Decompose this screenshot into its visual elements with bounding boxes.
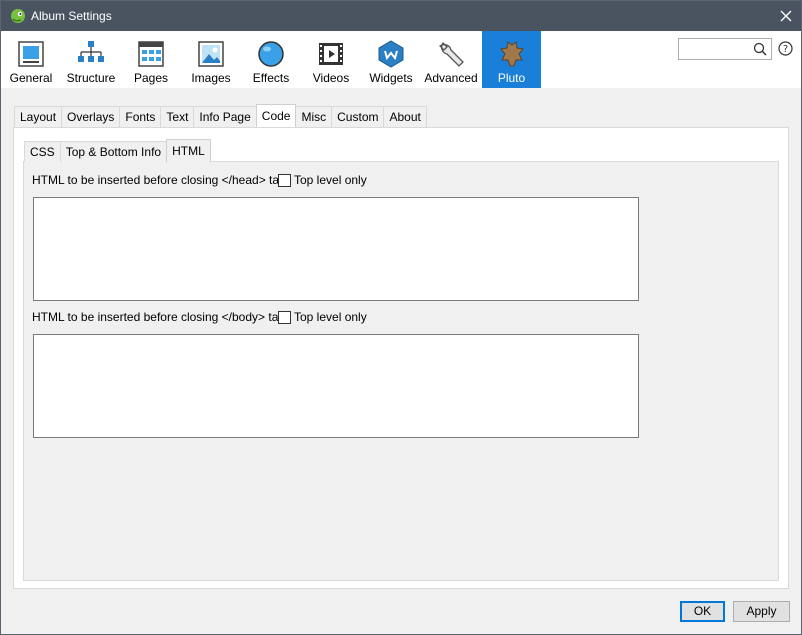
close-icon (780, 10, 792, 22)
tab-code[interactable]: Code (255, 104, 297, 127)
title-bar: Album Settings (1, 1, 801, 31)
tab-misc[interactable]: Misc (295, 106, 333, 127)
code-subtabs: CSS Top & Bottom Info HTML (24, 139, 211, 162)
close-button[interactable] (771, 1, 801, 31)
head-top-level-label: Top level only (294, 173, 367, 187)
videos-icon (319, 43, 343, 65)
body-top-level-label: Top level only (294, 310, 367, 324)
effects-icon (258, 41, 284, 67)
apply-button[interactable]: Apply (733, 601, 790, 622)
structure-icon (78, 41, 104, 62)
album-settings-window: Album Settings General Structure Pages I… (0, 0, 802, 635)
tab-fonts[interactable]: Fonts (119, 106, 162, 127)
app-chameleon-icon (11, 9, 25, 23)
toolbar-images[interactable]: Images (181, 31, 241, 88)
settings-tabs: Layout Overlays Fonts Text Info Page Cod… (14, 104, 427, 127)
toolbar-pluto[interactable]: Pluto (482, 31, 541, 88)
toolbar-label-effects: Effects (252, 71, 290, 85)
search-icon (753, 42, 767, 56)
subtab-html[interactable]: HTML (166, 139, 211, 162)
toolbar-label-pluto: Pluto (497, 71, 526, 85)
toolbar-structure[interactable]: Structure (61, 31, 121, 88)
toolbar-label-structure: Structure (66, 71, 116, 85)
tab-custom[interactable]: Custom (331, 106, 385, 127)
head-top-level-checkbox[interactable] (278, 174, 291, 187)
pages-icon (138, 41, 164, 67)
toolbar-label-advanced: Advanced (424, 71, 478, 85)
toolbar-pages[interactable]: Pages (121, 31, 181, 88)
wrench-icon (439, 42, 464, 67)
svg-text:?: ? (783, 44, 788, 55)
search-input[interactable] (678, 38, 772, 60)
toolbar-label-pages: Pages (133, 71, 169, 85)
toolbar-general[interactable]: General (1, 31, 61, 88)
window-title: Album Settings (31, 9, 112, 23)
toolbar-label-videos: Videos (312, 71, 350, 85)
tab-text[interactable]: Text (160, 106, 195, 127)
toolbar-videos[interactable]: Videos (301, 31, 361, 88)
help-icon[interactable]: ? (778, 41, 793, 56)
body-top-level-checkbox[interactable] (278, 311, 291, 324)
pluto-leather-icon (499, 41, 524, 67)
tab-info-page[interactable]: Info Page (193, 106, 257, 127)
general-icon (18, 41, 44, 67)
toolbar-effects[interactable]: Effects (241, 31, 301, 88)
tab-layout[interactable]: Layout (14, 106, 63, 127)
images-icon (198, 41, 224, 67)
toolbar-widgets[interactable]: Widgets (361, 31, 421, 88)
toolbar-label-images: Images (191, 71, 231, 85)
toolbar-advanced[interactable]: Advanced (421, 31, 481, 88)
subtab-top-bottom-info[interactable]: Top & Bottom Info (59, 141, 168, 162)
tab-about[interactable]: About (383, 106, 427, 127)
body-html-label: HTML to be inserted before closing </bod… (32, 310, 286, 324)
ok-button[interactable]: OK (680, 601, 725, 622)
head-html-textarea[interactable] (33, 197, 639, 301)
toolbar-label-widgets: Widgets (369, 71, 413, 85)
head-html-label: HTML to be inserted before closing </hea… (32, 173, 286, 187)
body-html-textarea[interactable] (33, 334, 639, 438)
tab-overlays[interactable]: Overlays (61, 106, 121, 127)
toolbar-label-general: General (9, 71, 53, 85)
subtab-css[interactable]: CSS (24, 141, 61, 162)
widgets-icon (378, 40, 404, 68)
